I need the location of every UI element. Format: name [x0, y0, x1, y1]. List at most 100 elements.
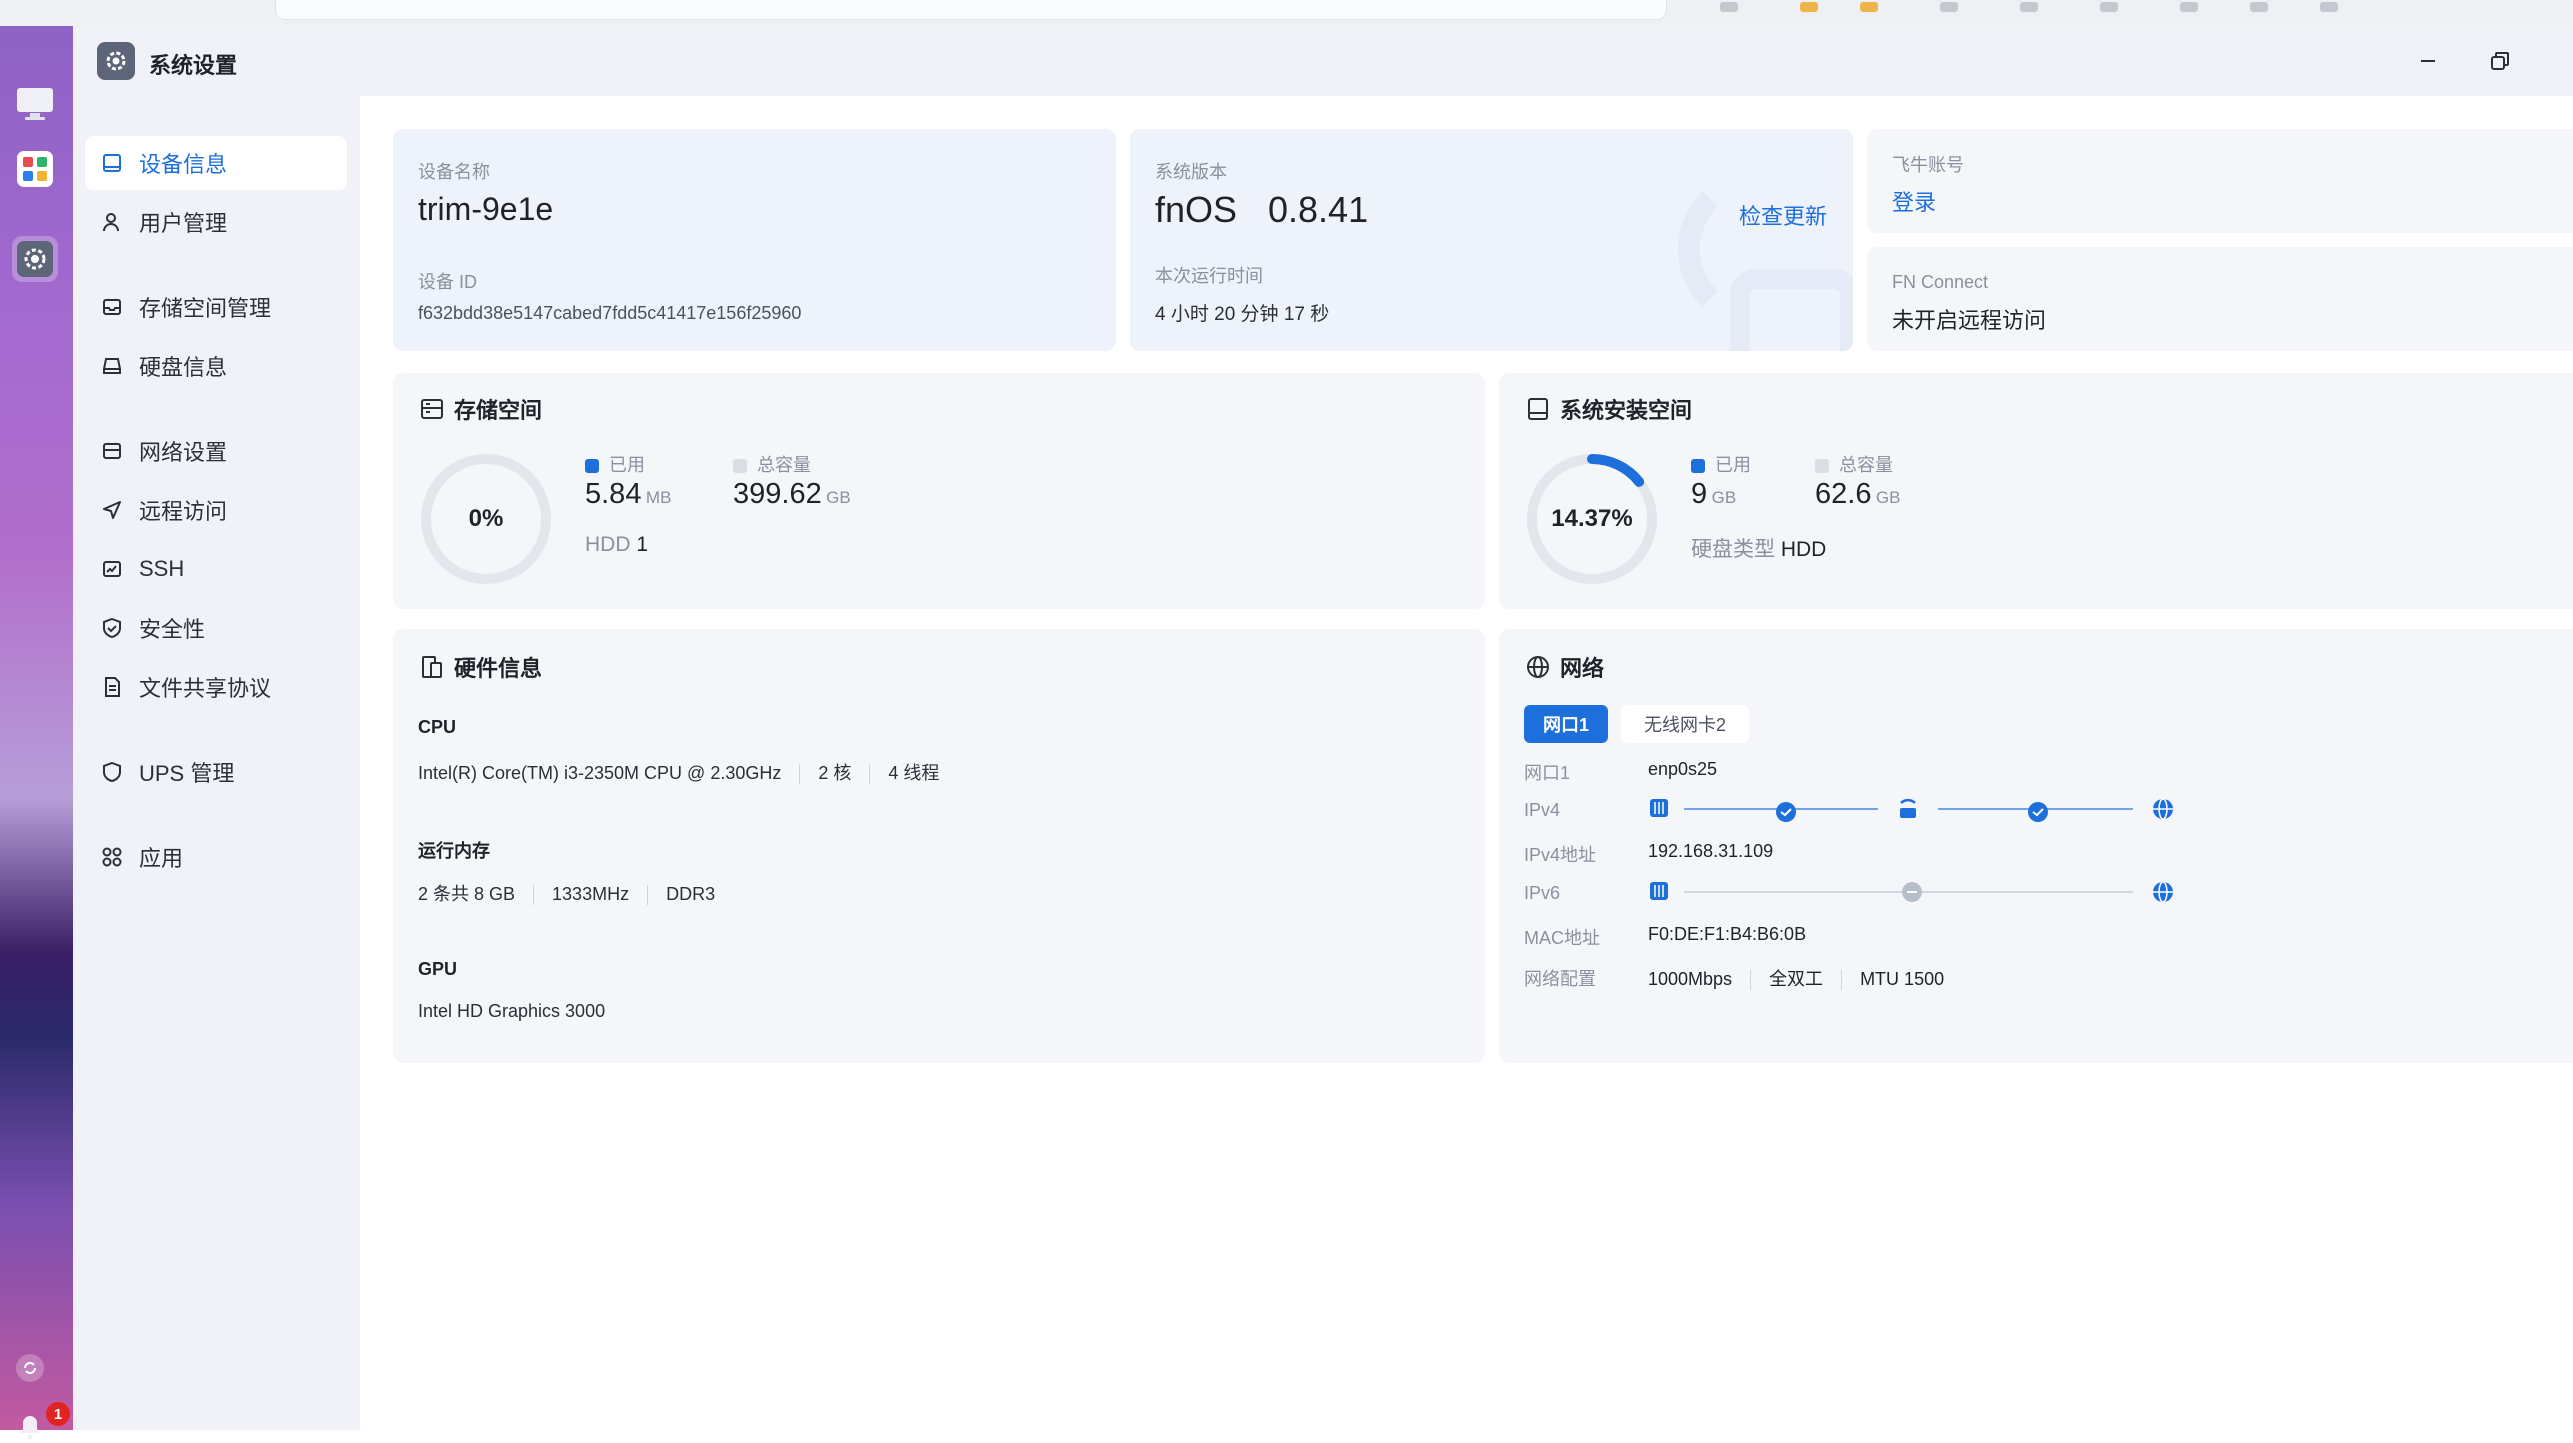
ipv6-label: IPv6	[1524, 883, 1561, 903]
uptime-label: 本次运行时间	[1155, 266, 1263, 286]
divider	[533, 885, 535, 906]
app-center-icon[interactable]	[12, 146, 58, 192]
sidebar-item-ssh[interactable]: SSH	[85, 542, 347, 596]
device-info-content: 设备名称 trim-9e1e 设备 ID f632bdd38e5147cabed…	[360, 96, 2573, 1430]
user-icon	[99, 209, 125, 235]
sidebar-item-user-management[interactable]: 用户管理	[85, 195, 347, 249]
toolbar-icon[interactable]	[1860, 2, 1878, 12]
uptime: 4 小时 20 分钟 17 秒	[1155, 304, 1330, 325]
cpu-model: Intel(R) Core(TM) i3-2350M CPU @ 2.30GHz	[418, 763, 782, 783]
ipv6-connection-diagram	[1650, 881, 2173, 903]
account-card: 飞牛账号 登录	[1867, 129, 2573, 233]
sidebar-item-label: 安全性	[139, 617, 206, 642]
divider	[869, 764, 871, 785]
storage-total-value-row: 399.62 GB	[733, 478, 851, 511]
cpu-details: Intel(R) Core(TM) i3-2350M CPU @ 2.30GHz…	[418, 759, 939, 785]
minimize-button[interactable]	[2413, 46, 2443, 76]
toolbar-icon[interactable]	[2020, 2, 2038, 12]
install-used-unit: GB	[1711, 488, 1737, 507]
hardware-icon	[418, 653, 446, 681]
divider	[1841, 970, 1843, 991]
sidebar-item-file-sharing[interactable]: 文件共享协议	[85, 660, 347, 714]
gpu-label: GPU	[418, 959, 458, 979]
port-value: enp0s25	[1648, 759, 1718, 779]
fn-watermark-icon	[1678, 191, 1853, 351]
hardware-title-row: 硬件信息	[418, 651, 542, 683]
sidebar-item-storage-management[interactable]: 存储空间管理	[85, 280, 347, 334]
storage-used-legend: 已用	[585, 451, 645, 477]
apps-icon	[99, 844, 125, 870]
storage-total-legend: 总容量	[733, 451, 811, 477]
toolbar-icon[interactable]	[1800, 2, 1818, 12]
sidebar-item-label: 远程访问	[139, 499, 228, 524]
device-id-label: 设备 ID	[418, 272, 478, 292]
gpu-model: Intel HD Graphics 3000	[418, 1001, 606, 1021]
shield-icon	[99, 759, 125, 785]
device-id: f632bdd38e5147cabed7fdd5c41417e156f25960	[418, 303, 802, 323]
desktop-dock: 1	[0, 26, 73, 1440]
storage-title: 存储空间	[454, 398, 543, 423]
total-legend-swatch	[733, 459, 747, 474]
ipv4-label: IPv4	[1524, 800, 1561, 820]
install-title: 系统安装空间	[1560, 398, 1693, 423]
sidebar-item-network-settings[interactable]: 网络设置	[85, 424, 347, 478]
memory-type: DDR3	[666, 884, 716, 904]
sidebar-item-ups[interactable]: UPS 管理	[85, 745, 347, 799]
system-version: 0.8.41	[1268, 189, 1369, 230]
sidebar-item-apps[interactable]: 应用	[85, 830, 347, 884]
install-used-legend: 已用	[1691, 451, 1751, 477]
storage-title-row: 存储空间	[418, 393, 542, 425]
link-speed: 1000Mbps	[1648, 969, 1733, 989]
notification-badge: 1	[46, 1402, 70, 1426]
storage-percent: 0%	[468, 505, 504, 532]
system-os-name: fnOS	[1155, 189, 1238, 230]
globe-icon	[1524, 653, 1552, 681]
ipv4-address: 192.168.31.109	[1648, 841, 1774, 861]
duplex-mode: 全双工	[1769, 969, 1824, 989]
toolbar-icon[interactable]	[1720, 2, 1738, 12]
network-details: 网口1 enp0s25 IPv4 IPv4地址 192.168.31.109 I…	[1524, 759, 2573, 1059]
fn-connect-label: FN Connect	[1892, 272, 1989, 292]
fn-connect-status: 未开启远程访问	[1892, 308, 2047, 333]
title-bar: 系统设置	[73, 26, 2573, 96]
sidebar-item-disk-info[interactable]: 硬盘信息	[85, 339, 347, 393]
sidebar-item-security[interactable]: 安全性	[85, 601, 347, 655]
install-total-unit: GB	[1875, 488, 1901, 507]
settings-gear-icon	[97, 42, 135, 80]
monitor-app-icon[interactable]	[12, 81, 58, 127]
tab-wireless2[interactable]: 无线网卡2	[1621, 705, 1749, 743]
sidebar-item-device-info[interactable]: 设备信息	[85, 136, 347, 190]
bell-icon[interactable]	[14, 1411, 46, 1443]
disk-install-icon	[1524, 395, 1552, 423]
mac-label: MAC地址	[1524, 928, 1600, 948]
sidebar-item-label: UPS 管理	[139, 761, 235, 786]
login-link[interactable]: 登录	[1892, 185, 1936, 217]
toolbar-icon[interactable]	[1940, 2, 1958, 12]
storage-used-label: 已用	[609, 455, 645, 475]
address-bar[interactable]	[275, 0, 1667, 20]
network-config: 1000Mbps 全双工 MTU 1500	[1648, 965, 1944, 991]
toolbar-icon[interactable]	[2180, 2, 2198, 12]
storage-total-label: 总容量	[757, 455, 811, 475]
sidebar-item-label: 用户管理	[139, 211, 228, 236]
system-card: 系统版本 fnOS 0.8.41 检查更新 本次运行时间 4 小时 20 分钟 …	[1130, 129, 1853, 351]
divider	[647, 885, 649, 906]
restore-button[interactable]	[2485, 46, 2515, 76]
install-total-value: 62.6	[1815, 478, 1872, 510]
network-title-row: 网络	[1524, 651, 1604, 683]
tab-port1[interactable]: 网口1	[1524, 705, 1608, 743]
sidebar-item-label: 网络设置	[139, 440, 228, 465]
device-name-label: 设备名称	[418, 162, 490, 182]
port-label: 网口1	[1524, 763, 1571, 783]
storage-used-unit: MB	[645, 488, 672, 507]
window-title: 系统设置	[149, 53, 238, 78]
toolbar-icon[interactable]	[2100, 2, 2118, 12]
install-disk-type-row: 硬盘类型 HDD	[1691, 533, 1826, 563]
toolbar-icon[interactable]	[2320, 2, 2338, 12]
file-icon	[99, 674, 125, 700]
sidebar-item-remote-access[interactable]: 远程访问	[85, 483, 347, 537]
settings-app-icon[interactable]	[12, 236, 58, 282]
divider	[1750, 970, 1752, 991]
toolbar-icon[interactable]	[2250, 2, 2268, 12]
sync-icon[interactable]	[16, 1354, 44, 1382]
